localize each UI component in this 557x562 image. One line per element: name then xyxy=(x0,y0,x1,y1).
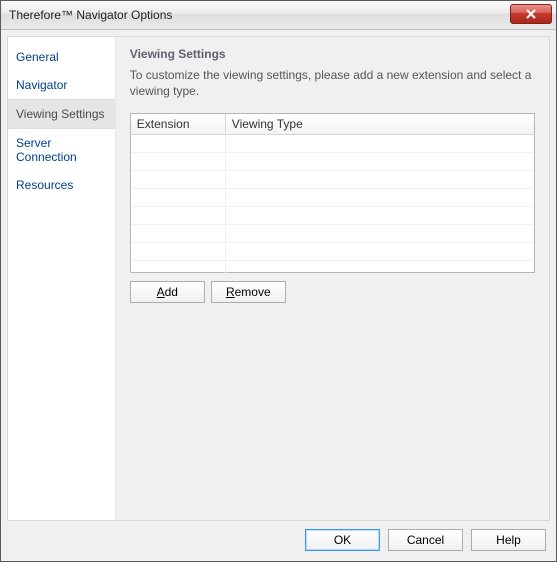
table-button-row: Add Remove xyxy=(130,281,535,303)
dialog-window: Therefore™ Navigator Options General Nav… xyxy=(0,0,557,562)
table-row xyxy=(131,225,534,243)
sidebar-item-general[interactable]: General xyxy=(8,43,115,71)
sidebar-item-label: Resources xyxy=(16,178,73,192)
title-bar: Therefore™ Navigator Options xyxy=(1,1,556,30)
remove-label-rest: emove xyxy=(235,285,271,299)
dialog-body: General Navigator Viewing Settings Serve… xyxy=(1,30,556,561)
sidebar-item-resources[interactable]: Resources xyxy=(8,171,115,199)
table-row xyxy=(131,243,534,261)
content-area: Viewing Settings To customize the viewin… xyxy=(116,37,549,520)
viewing-settings-table[interactable]: Extension Viewing Type xyxy=(130,113,535,273)
main-panel: General Navigator Viewing Settings Serve… xyxy=(7,36,550,521)
sidebar: General Navigator Viewing Settings Serve… xyxy=(8,37,116,520)
add-button[interactable]: Add xyxy=(130,281,205,303)
help-label: Help xyxy=(496,533,521,547)
add-label-rest: dd xyxy=(165,285,178,299)
cancel-label: Cancel xyxy=(407,533,444,547)
help-button[interactable]: Help xyxy=(471,529,546,551)
sidebar-item-navigator[interactable]: Navigator xyxy=(8,71,115,99)
sidebar-item-label: Navigator xyxy=(16,78,67,92)
sidebar-item-label: General xyxy=(16,50,59,64)
table-row xyxy=(131,189,534,207)
table-row xyxy=(131,135,534,153)
table-header: Extension Viewing Type xyxy=(131,114,534,135)
table-row xyxy=(131,207,534,225)
add-mnemonic: A xyxy=(157,285,165,299)
table-row xyxy=(131,171,534,189)
table-body xyxy=(131,135,534,273)
cancel-button[interactable]: Cancel xyxy=(388,529,463,551)
ok-button[interactable]: OK xyxy=(305,529,380,551)
sidebar-item-label: Server Connection xyxy=(16,136,77,164)
sidebar-item-viewing-settings[interactable]: Viewing Settings xyxy=(8,99,115,129)
dialog-footer: OK Cancel Help xyxy=(7,521,550,555)
window-title: Therefore™ Navigator Options xyxy=(9,8,172,22)
column-extension[interactable]: Extension xyxy=(131,114,226,134)
remove-mnemonic: R xyxy=(226,285,235,299)
section-title: Viewing Settings xyxy=(130,47,535,61)
sidebar-item-label: Viewing Settings xyxy=(16,107,105,121)
close-icon xyxy=(526,9,536,19)
table-row xyxy=(131,153,534,171)
ok-label: OK xyxy=(334,533,351,547)
close-button[interactable] xyxy=(510,4,552,24)
remove-button[interactable]: Remove xyxy=(211,281,286,303)
sidebar-item-server-connection[interactable]: Server Connection xyxy=(8,129,115,171)
table-row xyxy=(131,261,534,273)
section-description: To customize the viewing settings, pleas… xyxy=(130,67,535,99)
column-viewing-type[interactable]: Viewing Type xyxy=(226,114,534,134)
